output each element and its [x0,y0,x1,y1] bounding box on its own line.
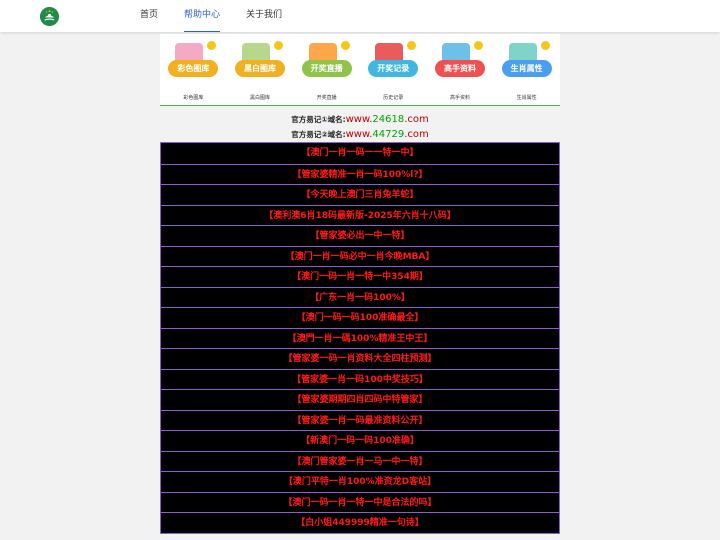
feature-badge: 黑白图库 [234,60,285,77]
feature-label: 历史记录 [383,95,404,101]
macau-emblem-logo[interactable] [40,7,59,26]
list-item[interactable]: 【管家婆必出一中一特】 [161,225,559,246]
domain-prefix: 官方易记②域名: [291,130,346,139]
list-item[interactable]: 【广东一肖一码100%】 [161,286,559,308]
list-item[interactable]: 【管家婆一肖一码100中奖技巧】 [161,368,559,390]
feature-item[interactable]: 开奖直播 开奖直播 [293,34,360,105]
feature-item[interactable]: 高手资料 高手资料 [427,34,494,105]
feature-item[interactable]: 彩色图库 彩色图库 [160,34,227,105]
list-item[interactable]: 【管家婆精准一肖一码100%l?】 [161,163,559,185]
domain-info: 官方易记①域名:www.24618.com 官方易记②域名:www.44729.… [160,106,560,142]
nav-help-center[interactable]: 帮助中心 [184,0,221,32]
domain-url-part[interactable]: 24618 [372,114,404,125]
list-item[interactable]: 【澳门一码一肖一特一中是合法的吗】 [161,491,559,513]
feature-icon-panel: 彩色图库 彩色图库 黑白图库 黑白图库 开奖直播 开奖直播 开奖记录 历史记录 高手资料 高手资料… [160,34,560,106]
feature-badge: 生肖属性 [501,60,552,77]
domain-url-part[interactable]: .com [404,129,429,140]
domain-line-1: 官方易记①域名:www.24618.com [160,112,560,127]
domain-url-part[interactable]: .com [404,114,429,125]
top-bar: 首页 帮助中心 关于我们 [0,0,720,32]
list-item[interactable]: 【今天晚上澳门三肖兔羊蛇】 [161,184,559,205]
expert-info-icon: 高手资料 [434,40,486,90]
coin-icon [473,41,483,50]
list-item[interactable]: 【管家婆期期四肖四码中特管家】 [161,389,559,410]
feature-label: 生肖属性 [516,95,537,101]
list-item[interactable]: 【澳门管家婆一肖一马一中一特】 [161,450,559,472]
feature-item[interactable]: 黑白图库 黑白图库 [227,34,294,105]
list-item[interactable]: 【白小姐449999精准一句诗】 [161,512,559,533]
domain-url-part[interactable]: 44729 [372,129,404,140]
main-content: 彩色图库 彩色图库 黑白图库 黑白图库 开奖直播 开奖直播 开奖记录 历史记录 高手资料 高手资料… [160,34,560,540]
coin-icon [207,41,217,50]
feature-item[interactable]: 生肖属性 生肖属性 [493,34,560,105]
feature-label: 开奖直播 [316,95,337,101]
list-item[interactable]: 【管家婆一肖一码最准资料公开】 [161,409,559,431]
list-item[interactable]: 【澳门平特一肖100%准资龙D客站】 [161,471,559,492]
coin-icon [340,41,350,50]
nav-about-us[interactable]: 关于我们 [246,0,282,32]
feature-badge: 彩色图库 [168,60,219,77]
feature-label: 高手资料 [449,95,470,101]
live-draw-icon: 开奖直播 [301,40,353,90]
list-item[interactable]: 【澳门一肖一码必中一肖今晚MBA】 [161,245,559,267]
list-item[interactable]: 【澳門一肖一碼100%精准王中王】 [161,327,559,349]
feature-label: 黑白图库 [249,95,270,101]
domain-prefix: 官方易记①域名: [291,115,346,124]
feature-badge: 高手资料 [434,60,485,77]
nav-home[interactable]: 首页 [140,0,158,32]
coin-icon [273,41,283,50]
coin-icon [540,41,550,50]
list-item[interactable]: 【澳利澳6肖18码最新版-2025年六肖十八码】 [161,204,559,226]
zodiac-icon: 生肖属性 [501,40,553,90]
draw-history-icon: 开奖记录 [367,40,419,90]
feature-badge: 开奖记录 [368,60,419,77]
domain-line-2: 官方易记②域名:www.44729.com [160,127,560,142]
list-item[interactable]: 【澳门一码一肖一特一中354期】 [161,266,559,287]
article-link-list: 【澳门一肖一码一一特一中】 【管家婆精准一肖一码100%l?】 【今天晚上澳门三肖兔… [160,142,560,534]
domain-url-part[interactable]: www. [346,129,373,140]
list-item[interactable]: 【新澳门一码一码100准确】 [161,430,559,451]
list-item[interactable]: 【澳门一码一码100准确最全】 [161,307,559,328]
feature-badge: 开奖直播 [301,60,352,77]
main-nav: 首页 帮助中心 关于我们 [140,0,308,32]
coin-icon [407,41,417,50]
color-gallery-icon: 彩色图库 [167,40,219,90]
feature-label: 彩色图库 [183,95,204,101]
feature-item[interactable]: 开奖记录 历史记录 [360,34,427,105]
list-item[interactable]: 【管家婆一码一肖资料大全四柱预测】 [161,348,559,369]
list-item[interactable]: 【澳门一肖一码一一特一中】 [161,143,559,164]
bw-gallery-icon: 黑白图库 [234,40,286,90]
domain-url-part[interactable]: www. [346,114,373,125]
